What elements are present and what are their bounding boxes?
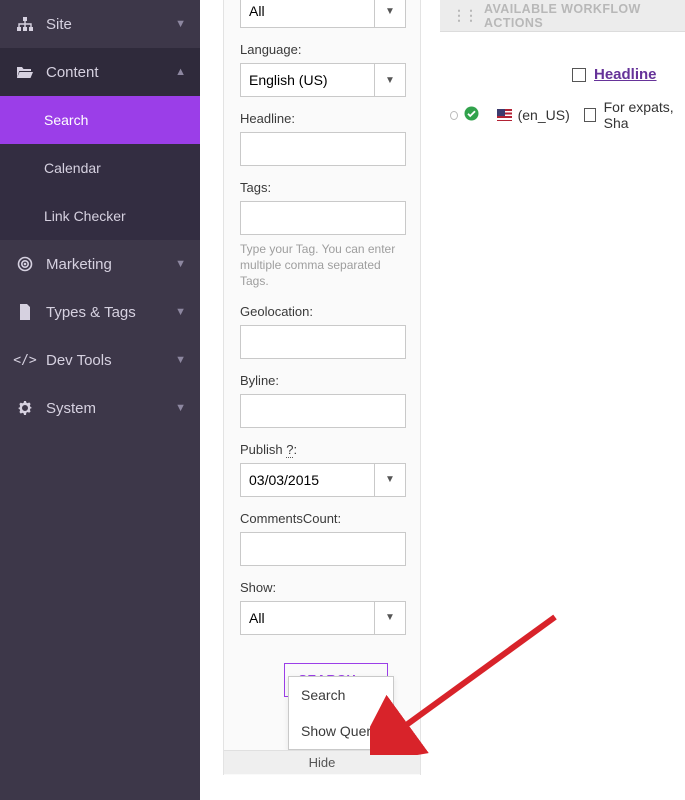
results-area: ⋮⋮ AVAILABLE WORKFLOW ACTIONS Headline (… [430,0,685,131]
sidebar-label: Calendar [44,160,101,176]
sidebar-label: Search [44,112,88,128]
headline-column-header[interactable]: Headline [594,66,657,83]
workflow-actions-label: AVAILABLE WORKFLOW ACTIONS [484,2,673,30]
sitemap-icon [14,17,36,31]
chevron-down-icon: ▼ [175,258,186,270]
grip-icon: ⋮⋮ [452,7,476,24]
byline-label: Byline: [240,373,404,388]
workflow-actions-button[interactable]: ⋮⋮ AVAILABLE WORKFLOW ACTIONS [440,0,685,32]
chevron-down-icon[interactable]: ▼ [374,601,406,635]
status-dot-icon [450,111,458,120]
sidebar-label: System [46,400,96,417]
folder-open-icon [14,65,36,79]
sidebar-item-link-checker[interactable]: Link Checker [0,192,200,240]
sidebar-item-dev-tools[interactable]: </> Dev Tools ▼ [0,336,200,384]
us-flag-icon [497,109,512,121]
chevron-down-icon: ▼ [175,354,186,366]
sidebar-item-calendar[interactable]: Calendar [0,144,200,192]
tags-help-text: Type your Tag. You can enter multiple co… [240,241,404,290]
show-label: Show: [240,580,404,595]
tags-label: Tags: [240,180,404,195]
sidebar-item-search[interactable]: Search [0,96,200,144]
sidebar-label: Content [46,64,99,81]
filter-panel: ▼ Language: ▼ Headline: Tags: Type your … [223,0,421,775]
code-icon: </> [14,353,36,368]
chevron-down-icon: ▼ [175,402,186,414]
sidebar-label: Types & Tags [46,304,136,321]
tags-input[interactable] [240,201,406,235]
sidebar: Site ▼ Content ▲ Search Calendar Link Ch… [0,0,200,800]
headline-input[interactable] [240,132,406,166]
row-checkbox[interactable] [584,108,596,122]
chevron-up-icon: ▲ [175,66,186,78]
hide-panel-button[interactable]: Hide [224,750,420,774]
sidebar-item-system[interactable]: System ▼ [0,384,200,432]
sidebar-label: Site [46,16,72,33]
chevron-down-icon: ▼ [175,18,186,30]
language-select[interactable]: ▼ [240,63,406,97]
publish-label: Publish ?: [240,442,404,457]
check-circle-icon [464,106,479,125]
show-select[interactable]: ▼ [240,601,406,635]
target-icon [14,256,36,272]
sidebar-label: Link Checker [44,208,126,224]
select-all-checkbox[interactable] [572,68,586,82]
language-label: Language: [240,42,404,57]
locale-label: (en_US) [518,107,570,123]
sidebar-item-types-tags[interactable]: Types & Tags ▼ [0,288,200,336]
sidebar-label: Dev Tools [46,352,112,369]
geolocation-label: Geolocation: [240,304,404,319]
sidebar-item-content[interactable]: Content ▲ [0,48,200,96]
search-button-menu: Search Show Query [288,676,394,750]
comments-count-label: CommentsCount: [240,511,404,526]
type-select[interactable]: ▼ [240,0,406,28]
chevron-down-icon[interactable]: ▼ [374,63,406,97]
chevron-down-icon: ▼ [175,306,186,318]
byline-input[interactable] [240,394,406,428]
sidebar-content-submenu: Search Calendar Link Checker [0,96,200,240]
row-headline-text: For expats, Sha [604,99,685,131]
results-header-row: Headline [430,66,685,83]
sidebar-item-marketing[interactable]: Marketing ▼ [0,240,200,288]
headline-label: Headline: [240,111,404,126]
document-icon [14,304,36,320]
chevron-down-icon[interactable]: ▼ [374,463,406,497]
publish-date-select[interactable]: ▼ [240,463,406,497]
comments-count-input[interactable] [240,532,406,566]
geolocation-input[interactable] [240,325,406,359]
sidebar-label: Marketing [46,256,112,273]
menu-item-search[interactable]: Search [289,677,393,713]
gear-icon [14,400,36,416]
result-row[interactable]: (en_US) For expats, Sha [430,99,685,131]
menu-item-show-query[interactable]: Show Query [289,713,393,749]
sidebar-item-site[interactable]: Site ▼ [0,0,200,48]
chevron-down-icon[interactable]: ▼ [374,0,406,28]
